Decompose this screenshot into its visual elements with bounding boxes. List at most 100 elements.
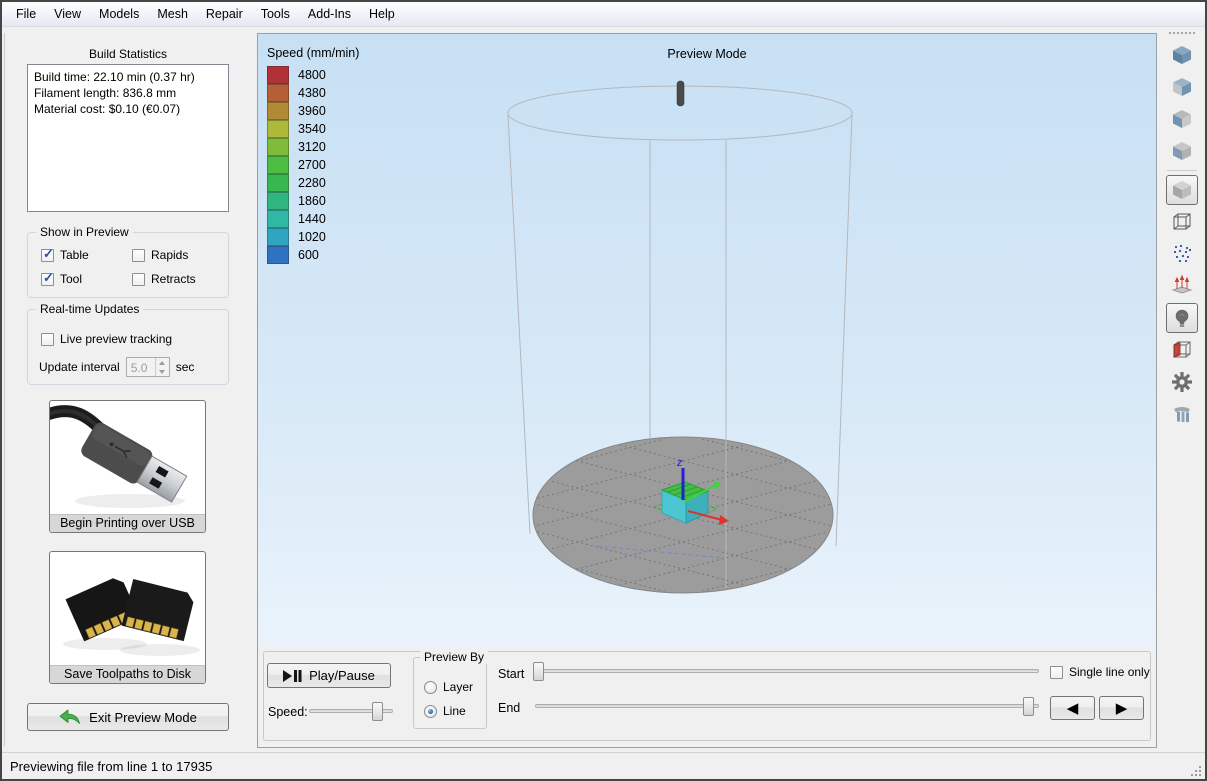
start-line-slider[interactable] [533, 662, 1039, 681]
sd-cards-photo-icon [50, 552, 205, 665]
preview-by-option[interactable]: Layer [424, 680, 473, 694]
legend-entry: 1860 [267, 192, 359, 210]
support-structures-icon[interactable] [1166, 399, 1198, 429]
play-pause-label: Play/Pause [309, 668, 375, 683]
exit-button-label: Exit Preview Mode [89, 710, 197, 725]
legend-entry: 2700 [267, 156, 359, 174]
radio-label: Layer [443, 680, 473, 694]
menu-bar: FileViewModelsMeshRepairToolsAdd-InsHelp [2, 2, 1205, 27]
exit-preview-mode-button[interactable]: Exit Preview Mode [27, 703, 229, 731]
end-label: End [498, 701, 520, 715]
update-interval-value: 5.0 [127, 358, 155, 376]
checkbox-icon [132, 273, 145, 286]
speed-slider[interactable] [309, 702, 393, 721]
legend-color-chip [267, 66, 289, 84]
toolbar-separator [1167, 170, 1197, 171]
legend-entry: 2280 [267, 174, 359, 192]
surface-normals-view-icon[interactable] [1166, 271, 1198, 301]
checkbox-icon [41, 249, 54, 262]
legend-value: 1860 [298, 194, 326, 208]
begin-printing-usb-button[interactable]: Begin Printing over USB [49, 400, 206, 533]
show-option-checkbox[interactable]: Retracts [132, 272, 224, 286]
speed-label: Speed: [268, 705, 308, 719]
slider-thumb[interactable] [372, 702, 383, 721]
legend-color-chip [267, 120, 289, 138]
resize-grip[interactable] [1190, 764, 1204, 778]
legend-color-chip [267, 156, 289, 174]
view-cube-default-icon[interactable] [1166, 40, 1198, 70]
preview-by-option[interactable]: Line [424, 704, 473, 718]
checkbox-label: Rapids [151, 248, 188, 262]
point-cloud-view-icon[interactable] [1166, 239, 1198, 269]
update-interval-unit: sec [176, 360, 195, 374]
menu-item[interactable]: Add-Ins [299, 2, 360, 26]
legend-title: Speed (mm/min) [267, 46, 359, 60]
slider-track[interactable] [535, 704, 1039, 708]
menu-item[interactable]: View [45, 2, 90, 26]
play-pause-button[interactable]: Play/Pause [267, 663, 391, 688]
toolbar-grip[interactable] [1169, 32, 1195, 34]
menu-item[interactable]: File [7, 2, 45, 26]
save-toolpaths-disk-button[interactable]: Save Toolpaths to Disk [49, 551, 206, 684]
spinner-buttons [155, 358, 169, 376]
slider-thumb[interactable] [1023, 697, 1034, 716]
legend-entry: 4380 [267, 84, 359, 102]
preview-by-options: Layer Line [424, 680, 473, 718]
single-line-only-checkbox[interactable]: Single line only [1050, 665, 1150, 679]
menu-item[interactable]: Help [360, 2, 404, 26]
preview-viewport: z Preview Mode Speed (mm/min) 4800 [257, 33, 1157, 748]
menu-item[interactable]: Repair [197, 2, 252, 26]
slider-track[interactable] [533, 669, 1039, 673]
legend-entries: 4800 4380 3960 [267, 66, 359, 264]
previous-line-button[interactable]: ◀ [1050, 696, 1095, 720]
end-line-slider[interactable] [535, 697, 1039, 716]
usb-plug-photo-icon [50, 401, 205, 514]
build-statistic-line: Filament length: 836.8 mm [34, 85, 222, 101]
lighting-toggle-icon[interactable] [1166, 303, 1198, 333]
slider-thumb[interactable] [533, 662, 544, 681]
speed-legend: Speed (mm/min) 4800 4380 [267, 46, 359, 264]
realtime-updates-title: Real-time Updates [36, 302, 143, 316]
show-option-checkbox[interactable]: Tool [41, 272, 132, 286]
menu-item[interactable]: Mesh [148, 2, 197, 26]
wireframe-view-icon[interactable] [1166, 207, 1198, 237]
live-preview-tracking-checkbox[interactable]: Live preview tracking [41, 332, 172, 346]
scene-3d[interactable]: z Preview Mode Speed (mm/min) 4800 [258, 34, 1156, 646]
show-in-preview-options: Table Rapids Tool Retracts [41, 248, 224, 286]
realtime-updates-group: Real-time Updates Live preview tracking … [27, 309, 229, 385]
radio-label: Line [443, 704, 466, 718]
legend-color-chip [267, 84, 289, 102]
legend-value: 3960 [298, 104, 326, 118]
menu-item[interactable]: Models [90, 2, 148, 26]
view-cube-front-icon[interactable] [1166, 72, 1198, 102]
radio-icon [424, 681, 437, 694]
tool-marker [677, 81, 684, 106]
show-option-checkbox[interactable]: Table [41, 248, 132, 262]
cross-section-view-icon[interactable] [1166, 335, 1198, 365]
view-cube-side-icon[interactable] [1166, 104, 1198, 134]
settings-gear-icon[interactable] [1166, 367, 1198, 397]
view-cube-top-icon[interactable] [1166, 136, 1198, 166]
legend-entry: 3960 [267, 102, 359, 120]
legend-entry: 4800 [267, 66, 359, 84]
start-label: Start [498, 667, 524, 681]
show-option-checkbox[interactable]: Rapids [132, 248, 224, 262]
menu-item[interactable]: Tools [252, 2, 299, 26]
next-line-button[interactable]: ▶ [1099, 696, 1144, 720]
legend-value: 4380 [298, 86, 326, 100]
build-volume-scene: z [258, 34, 1156, 646]
solid-model-view-icon[interactable] [1166, 175, 1198, 205]
viewport-title: Preview Mode [258, 47, 1156, 61]
checkbox-icon [1050, 666, 1063, 679]
build-statistic-line: Material cost: $0.10 (€0.07) [34, 101, 222, 117]
update-interval-row: Update interval 5.0 sec [39, 357, 194, 377]
spinner-down-icon [156, 367, 169, 376]
legend-value: 1440 [298, 212, 326, 226]
legend-color-chip [267, 192, 289, 210]
legend-value: 600 [298, 248, 319, 262]
checkbox-label: Table [60, 248, 89, 262]
build-statistics-box: Build time: 22.10 min (0.37 hr)Filament … [27, 64, 229, 212]
playback-controls: Play/Pause Speed: Preview By Layer [258, 646, 1156, 747]
checkbox-icon [132, 249, 145, 262]
checkbox-label: Single line only [1069, 665, 1150, 679]
